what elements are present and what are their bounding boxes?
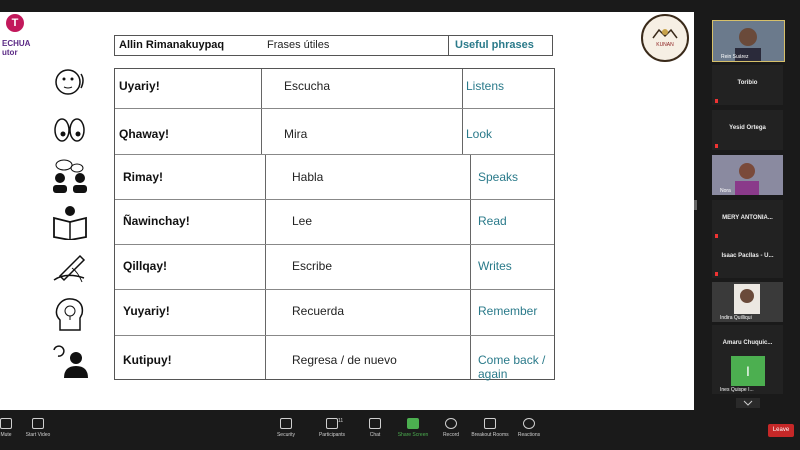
participant-tile[interactable]: Nora bbox=[712, 155, 783, 195]
english-cell: Come back / again bbox=[470, 336, 554, 381]
logo-line2: utor bbox=[2, 48, 18, 57]
camera-off-icon bbox=[32, 418, 44, 429]
participant-name: Ines Quispe I... bbox=[720, 387, 754, 393]
participant-name: Yesid Ortega bbox=[729, 125, 766, 131]
people-talking-icon bbox=[53, 159, 87, 193]
eyes-icon bbox=[54, 118, 85, 142]
english-cell: Writes bbox=[470, 245, 554, 289]
participant-gallery: Rein Suárez Toribio Yesid Ortega Nora ME… bbox=[700, 12, 800, 410]
seal-icon bbox=[652, 28, 678, 39]
institution-seal: KUNAN bbox=[641, 14, 689, 62]
participants-button[interactable]: Participants 11 bbox=[312, 418, 352, 438]
participant-name: Isaac Pacllas - U... bbox=[721, 253, 774, 259]
table-row: Kutipuy! Regresa / de nuevo Come back / … bbox=[115, 336, 554, 381]
chevron-down-icon[interactable] bbox=[736, 398, 760, 408]
table-row: Rimay! Habla Speaks bbox=[115, 155, 554, 199]
people-icon bbox=[326, 418, 338, 429]
quechua-cell: Uyariy! bbox=[119, 79, 160, 93]
participant-tile[interactable]: Yesid Ortega bbox=[712, 110, 783, 150]
share-screen-icon bbox=[407, 418, 419, 429]
remember-idea-icon bbox=[55, 298, 84, 331]
quechua-cell: Qillqay! bbox=[123, 259, 168, 273]
spanish-cell: Regresa / de nuevo bbox=[265, 336, 470, 379]
record-button[interactable]: Record bbox=[431, 418, 471, 438]
qechua-tutor-logo: T ECHUA utor bbox=[2, 14, 42, 62]
microphone-icon bbox=[0, 418, 12, 429]
seal-text: KUNAN bbox=[656, 42, 674, 48]
come-back-icon bbox=[53, 345, 88, 378]
grid-icon bbox=[484, 418, 496, 429]
spanish-cell: Escribe bbox=[265, 245, 470, 289]
english-cell: Read bbox=[470, 200, 554, 244]
start-video-button[interactable]: Start Video bbox=[18, 418, 58, 438]
participants-count: 11 bbox=[338, 418, 344, 424]
window-top-bar bbox=[0, 0, 800, 12]
english-cell: Listens bbox=[462, 69, 554, 108]
participant-tile[interactable]: Isaac Pacllas - U... bbox=[712, 238, 783, 278]
english-cell: Look bbox=[462, 109, 554, 154]
muted-mic-icon bbox=[715, 272, 718, 276]
table-row: Yuyariy! Recuerda Remember bbox=[115, 290, 554, 335]
participant-tile[interactable]: MERY ANTONIA... bbox=[712, 200, 783, 240]
participant-name: Amaru Chuquic... bbox=[722, 340, 773, 346]
writing-icon bbox=[53, 254, 86, 283]
header-quechua: Allin Rimanakuypaq bbox=[119, 39, 225, 51]
meeting-toolbar: Mute Start Video Security Participants 1… bbox=[0, 410, 800, 450]
english-cell: Remember bbox=[470, 290, 554, 335]
logo-badge: T bbox=[6, 14, 24, 32]
participant-tile[interactable]: Indira Quilliqui bbox=[712, 282, 783, 322]
quechua-cell: Yuyariy! bbox=[123, 304, 170, 318]
spanish-cell: Habla bbox=[265, 155, 470, 199]
quechua-cell: Qhaway! bbox=[119, 127, 170, 141]
table-row: Qillqay! Escribe Writes bbox=[115, 245, 554, 289]
participant-name: Indira Quilliqui bbox=[720, 315, 752, 321]
chat-icon bbox=[369, 418, 381, 429]
spanish-cell: Recuerda bbox=[265, 290, 470, 335]
smiley-icon bbox=[523, 418, 535, 429]
security-button[interactable]: Security bbox=[266, 418, 306, 438]
record-icon bbox=[445, 418, 457, 429]
participant-name: Rein Suárez bbox=[721, 54, 749, 60]
reactions-button[interactable]: Reactions bbox=[509, 418, 549, 438]
table-row: Qhaway! Mira Look bbox=[115, 109, 554, 154]
quechua-cell: Ñawinchay! bbox=[123, 214, 190, 228]
quechua-cell: Kutipuy! bbox=[123, 353, 172, 367]
participant-name: MERY ANTONIA... bbox=[722, 215, 773, 221]
participant-name: Toribio bbox=[737, 80, 758, 86]
listen-icon bbox=[55, 69, 84, 95]
header-spanish: Frases útiles bbox=[267, 39, 330, 51]
leave-button[interactable]: Leave bbox=[768, 424, 794, 437]
breakout-rooms-button[interactable]: Breakout Rooms bbox=[470, 418, 510, 438]
spanish-cell: Escucha bbox=[261, 69, 462, 108]
header-english: Useful phrases bbox=[448, 36, 552, 55]
shield-icon bbox=[280, 418, 292, 429]
spanish-cell: Lee bbox=[265, 200, 470, 244]
phrase-table: Uyariy! Escucha Listens Qhaway! Mira Loo… bbox=[114, 68, 555, 381]
english-cell: Speaks bbox=[470, 155, 554, 199]
participant-tile[interactable]: I Ines Quispe I... bbox=[712, 354, 783, 394]
participant-tile[interactable]: Rein Suárez bbox=[712, 20, 785, 62]
muted-mic-icon bbox=[715, 144, 718, 148]
quechua-cell: Rimay! bbox=[123, 170, 164, 184]
table-row: Ñawinchay! Lee Read bbox=[115, 200, 554, 244]
logo-line1: ECHUA bbox=[2, 39, 31, 48]
muted-mic-icon bbox=[715, 99, 718, 103]
reading-icon bbox=[53, 206, 87, 240]
participant-avatar: I bbox=[731, 356, 765, 386]
spanish-cell: Mira bbox=[261, 109, 462, 154]
chat-button[interactable]: Chat bbox=[355, 418, 395, 438]
share-screen-button[interactable]: Share Screen bbox=[393, 418, 433, 438]
shared-slide: T ECHUA utor KUNAN Allin Rimanakuypaq Fr… bbox=[0, 12, 694, 410]
phrase-table-header: Allin Rimanakuypaq Frases útiles Useful … bbox=[114, 35, 553, 56]
scroll-handle[interactable] bbox=[694, 200, 697, 210]
table-row: Uyariy! Escucha Listens bbox=[115, 69, 554, 108]
participant-tile[interactable]: Toribio bbox=[712, 65, 783, 105]
participant-name: Nora bbox=[720, 188, 731, 194]
